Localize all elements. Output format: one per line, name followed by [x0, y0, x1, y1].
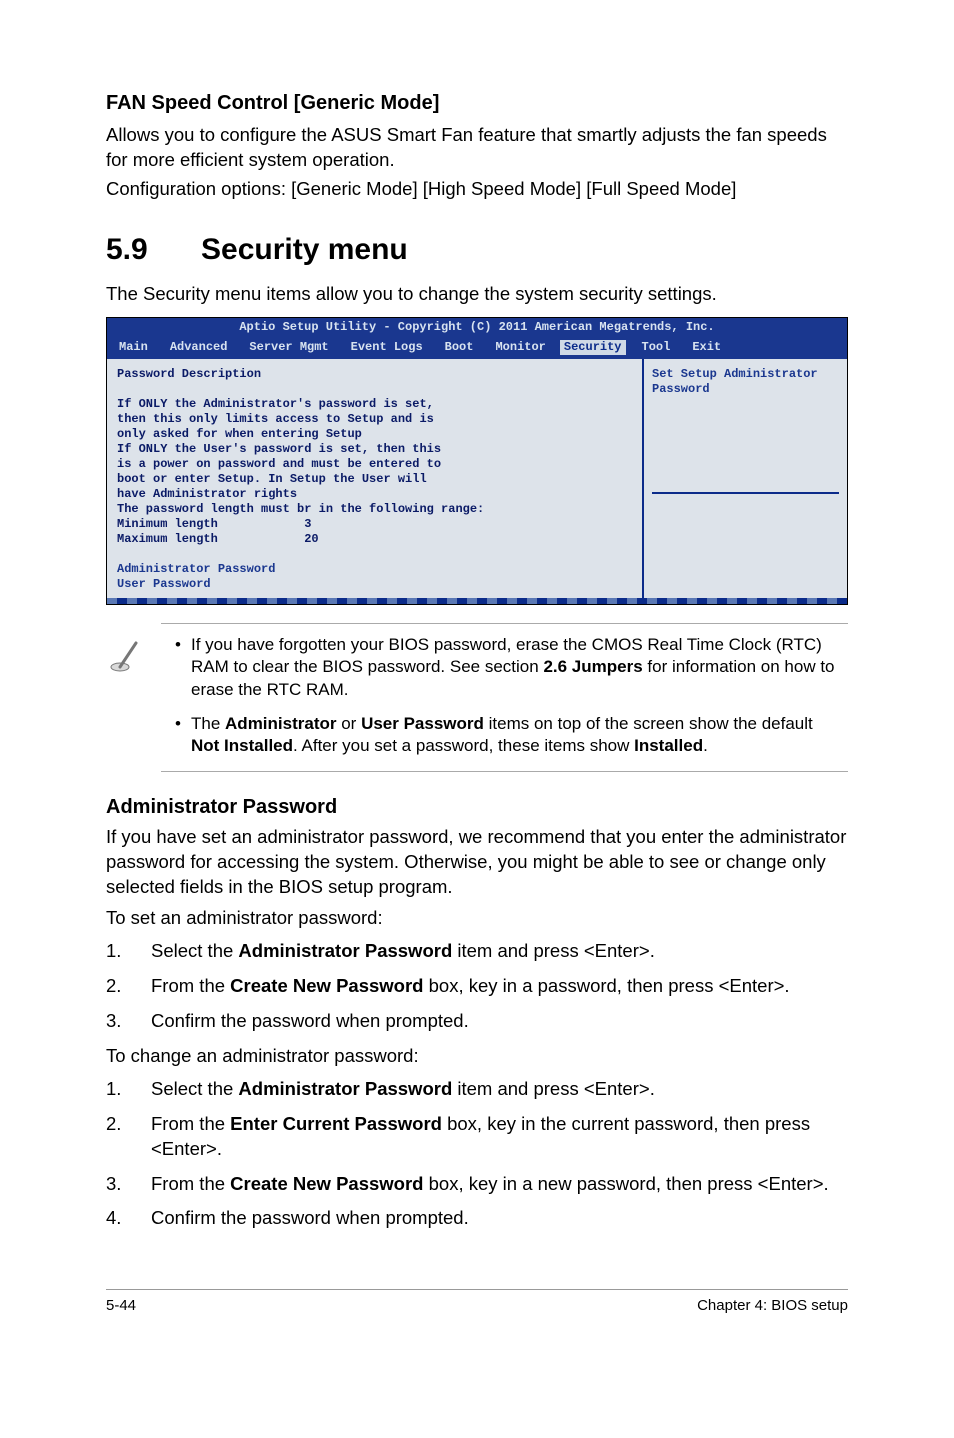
bios-tab-event-logs: Event Logs — [339, 340, 433, 355]
chapter-label: Chapter 4: BIOS setup — [697, 1296, 848, 1316]
fan-desc-1: Allows you to configure the ASUS Smart F… — [106, 123, 848, 173]
bios-tab-boot: Boot — [433, 340, 484, 355]
change-step-1: 1.Select the Administrator Password item… — [106, 1077, 848, 1102]
note-item-2: • The Administrator or User Password ite… — [165, 713, 844, 757]
bios-help-text: Set Setup Administrator Password — [652, 367, 839, 494]
change-step-3: 3.From the Create New Password box, key … — [106, 1172, 848, 1197]
bios-tab-exit: Exit — [680, 340, 731, 355]
set-steps: 1.Select the Administrator Password item… — [106, 939, 848, 1034]
bios-tab-main: Main — [107, 340, 158, 355]
section-heading: 5.9Security menu — [106, 230, 848, 271]
bios-left-text: If ONLY the Administrator's password is … — [117, 397, 484, 546]
bios-title: Aptio Setup Utility - Copyright (C) 2011… — [107, 318, 847, 338]
change-step-4: 4.Confirm the password when prompted. — [106, 1206, 848, 1231]
change-steps: 1.Select the Administrator Password item… — [106, 1077, 848, 1232]
bios-tab-security: Security — [560, 340, 626, 355]
bios-left-heading: Password Description — [117, 367, 261, 381]
change-step-2: 2.From the Enter Current Password box, k… — [106, 1112, 848, 1162]
page-number: 5-44 — [106, 1296, 136, 1316]
set-step-2: 2.From the Create New Password box, key … — [106, 974, 848, 999]
section-title: Security menu — [201, 233, 408, 266]
bios-tab-server-mgmt: Server Mgmt — [237, 340, 338, 355]
bios-right-pane: Set Setup Administrator Password — [642, 359, 847, 598]
admin-heading: Administrator Password — [106, 794, 848, 821]
set-step-1: 1.Select the Administrator Password item… — [106, 939, 848, 964]
bios-menubar: Main Advanced Server Mgmt Event Logs Boo… — [107, 338, 847, 359]
note-panel: • If you have forgotten your BIOS passwo… — [106, 623, 848, 771]
bios-tab-advanced: Advanced — [158, 340, 238, 355]
set-step-3: 3.Confirm the password when prompted. — [106, 1009, 848, 1034]
bios-screenshot: Aptio Setup Utility - Copyright (C) 2011… — [106, 317, 848, 605]
change-lead: To change an administrator password: — [106, 1044, 848, 1069]
bios-option-admin: Administrator Password — [117, 562, 275, 576]
bios-tab-tool: Tool — [630, 340, 681, 355]
bullet-icon: • — [165, 713, 191, 757]
section-number: 5.9 — [106, 230, 201, 271]
note-item-1: • If you have forgotten your BIOS passwo… — [165, 634, 844, 700]
set-lead: To set an administrator password: — [106, 906, 848, 931]
bullet-icon: • — [165, 634, 191, 700]
page-footer: 5-44 Chapter 4: BIOS setup — [106, 1289, 848, 1316]
section-intro: The Security menu items allow you to cha… — [106, 282, 848, 307]
bios-left-pane: Password Description If ONLY the Adminis… — [107, 359, 644, 598]
note-icon — [106, 623, 161, 771]
fan-heading: FAN Speed Control [Generic Mode] — [106, 90, 848, 117]
fan-desc-2: Configuration options: [Generic Mode] [H… — [106, 177, 848, 202]
bios-option-user: User Password — [117, 577, 211, 591]
admin-intro: If you have set an administrator passwor… — [106, 825, 848, 900]
bios-cutoff — [107, 598, 847, 604]
bios-tab-monitor: Monitor — [483, 340, 555, 355]
